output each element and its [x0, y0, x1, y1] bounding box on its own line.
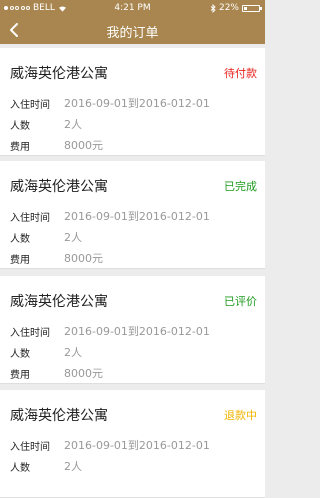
order-status-badge: 待付款 [224, 67, 257, 80]
fee-value: 8000元 [64, 367, 103, 380]
battery-percent: 22% [218, 3, 239, 13]
checkin-value: 2016-09-01到2016-012-01 [64, 325, 210, 338]
fee-label: 费用 [10, 370, 30, 381]
page-title: 我的订单 [106, 26, 159, 41]
order-status-badge: 已评价 [224, 295, 257, 308]
order-status-badge: 已完成 [224, 180, 257, 193]
checkin-value: 2016-09-01到2016-012-01 [64, 97, 210, 110]
fee-label: 费用 [10, 142, 30, 153]
order-status-badge: 退款中 [224, 409, 257, 422]
bluetooth-icon [210, 3, 216, 13]
checkin-label: 入住时间 [10, 213, 50, 224]
people-value: 2人 [64, 460, 82, 473]
checkin-value: 2016-09-01到2016-012-01 [64, 439, 210, 452]
order-card[interactable]: 威海英伦港公寓 待付款 入住时间 2016-09-01到2016-012-01 … [0, 48, 265, 156]
order-name: 威海英伦港公寓 [10, 408, 108, 424]
checkin-value: 2016-09-01到2016-012-01 [64, 210, 210, 223]
fee-label: 费用 [10, 255, 30, 266]
battery-icon [242, 4, 262, 12]
checkin-label: 入住时间 [10, 328, 50, 339]
people-value: 2人 [64, 231, 82, 244]
people-label: 人数 [10, 234, 30, 245]
checkin-label: 入住时间 [10, 442, 50, 453]
order-name: 威海英伦港公寓 [10, 66, 108, 82]
order-name: 威海英伦港公寓 [10, 179, 108, 195]
order-name: 威海英伦港公寓 [10, 294, 108, 310]
order-card[interactable]: 威海英伦港公寓 已评价 入住时间 2016-09-01到2016-012-01 … [0, 276, 265, 384]
people-value: 2人 [64, 118, 82, 131]
checkin-label: 入住时间 [10, 100, 50, 111]
fee-value: 8000元 [64, 252, 103, 265]
order-card[interactable]: 威海英伦港公寓 已完成 入住时间 2016-09-01到2016-012-01 … [0, 161, 265, 269]
people-value: 2人 [64, 346, 82, 359]
fee-value: 8000元 [64, 139, 103, 152]
nav-bar: 我的订单 [0, 16, 265, 44]
people-label: 人数 [10, 463, 30, 474]
status-bar: BELL 4:21 PM 22% [0, 0, 265, 16]
people-label: 人数 [10, 349, 30, 360]
people-label: 人数 [10, 121, 30, 132]
order-card[interactable]: 威海英伦港公寓 退款中 入住时间 2016-09-01到2016-012-01 … [0, 390, 265, 498]
status-right: 22% [210, 3, 262, 13]
